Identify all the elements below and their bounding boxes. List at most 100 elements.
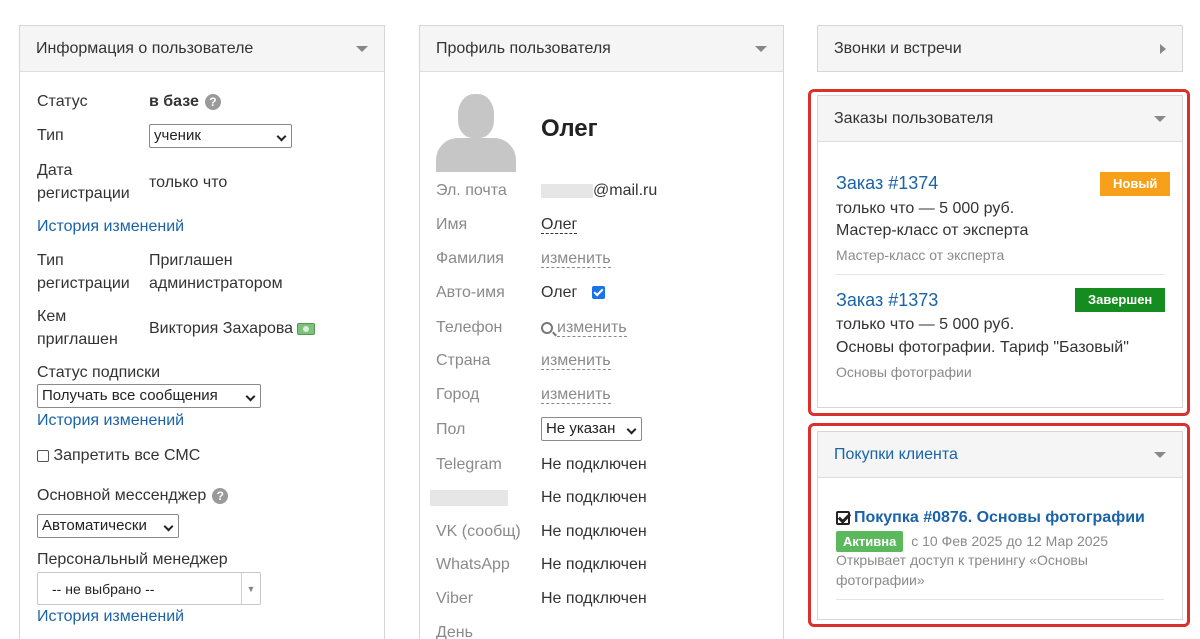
gender-select[interactable]: Не указан [541, 417, 642, 441]
chevron-down-icon [627, 426, 637, 432]
phone-wrap: изменить [541, 317, 627, 339]
purchase-desc-1: Открывает доступ к тренингу «Основы [836, 552, 1088, 568]
help-icon[interactable]: ? [212, 487, 229, 504]
reg-date-label-1: Дата [37, 162, 73, 179]
collapse-caret-icon[interactable] [755, 45, 767, 52]
manager-select-value: -- не выбрано -- [52, 580, 155, 597]
help-icon[interactable]: ? [204, 93, 221, 110]
invited-by-wrap: Виктория Захарова [149, 318, 316, 340]
messenger-select[interactable]: Автоматически [37, 514, 179, 538]
country-label: Страна [436, 352, 491, 369]
subscription-select-value: Получать все сообщения [42, 387, 218, 404]
status-value: в базе [149, 93, 199, 110]
autoname-wrap: Олег [541, 282, 605, 304]
collapse-caret-icon[interactable] [356, 45, 368, 52]
telegram-label: Telegram [436, 456, 502, 473]
last-name-edit-link[interactable]: изменить [541, 250, 611, 268]
autoname-checkbox[interactable] [591, 286, 605, 300]
money-icon [297, 322, 316, 335]
telegram-value: Не подключен [541, 456, 647, 473]
autoname-label: Авто-имя [436, 284, 505, 301]
type-select-value: ученик [154, 127, 201, 144]
subscription-select[interactable]: Получать все сообщения [37, 384, 261, 408]
email-value: @mail.ru [593, 182, 658, 199]
order-1374-product: Мастер-класс от эксперта [836, 222, 1029, 239]
messenger-label-wrap: Основной мессенджер? [37, 485, 229, 507]
whatsapp-label: WhatsApp [436, 556, 510, 573]
order-1373-price: только что — 5 000 руб. [836, 316, 1015, 333]
order-link-1374[interactable]: Заказ #1374 [836, 172, 938, 194]
vk-value: Не подключен [541, 523, 647, 540]
purchases-header[interactable]: Покупки клиента [818, 432, 1182, 478]
purchase-status-row: Активна с 10 Фев 2025 до 12 Мар 2025 [836, 530, 1108, 552]
purchase-title-wrap: Покупка #0876. Основы фотографии [836, 507, 1145, 529]
search-icon[interactable] [541, 321, 553, 334]
manager-label: Персональный менеджер [37, 551, 228, 568]
gender-select-value: Не указан [546, 420, 616, 437]
order-1374-offer: Мастер-класс от эксперта [836, 247, 1005, 263]
status-label: Статус [37, 93, 88, 110]
chevron-down-icon [164, 523, 174, 529]
first-name-label: Имя [436, 216, 468, 233]
first-name-value[interactable]: Олег [541, 216, 578, 234]
messenger-select-value: Автоматически [42, 517, 147, 534]
reg-type-label-1: Тип [37, 252, 64, 269]
subscription-label: Статус подписки [37, 364, 161, 381]
expand-caret-icon[interactable] [1160, 43, 1166, 54]
city-edit-link[interactable]: изменить [541, 386, 611, 404]
city-label: Город [436, 386, 480, 403]
ban-sms-label: Запретить все СМС [53, 447, 201, 464]
purchase-dates: с 10 Фев 2025 до 12 Мар 2025 [911, 533, 1109, 549]
calls-title: Звонки и встречи [834, 39, 962, 57]
profile-title: Профиль пользователя [436, 39, 611, 57]
purchase-link[interactable]: Покупка #0876. Основы фотографии [854, 509, 1145, 526]
user-info-header[interactable]: Информация о пользователе [20, 26, 384, 72]
invited-by-label-2: приглашен [37, 331, 118, 348]
user-info-panel: Информация о пользователе Статус в базе?… [19, 25, 385, 639]
phone-edit-link[interactable]: изменить [557, 319, 627, 337]
purchase-desc-2: фотографии» [836, 572, 925, 588]
hidden-label [430, 487, 508, 509]
profile-name: Олег [541, 115, 598, 142]
reg-type-label-2: регистрации [37, 275, 130, 292]
email-label: Эл. почта [436, 182, 507, 199]
orders-panel: Заказы пользователя Заказ #1374 Новый то… [817, 95, 1183, 408]
status-badge-new: Новый [1100, 172, 1171, 196]
day-label: День [436, 624, 473, 639]
avatar [436, 92, 516, 172]
status-badge-active: Активна [836, 531, 904, 552]
invited-by-value: Виктория Захарова [149, 320, 294, 337]
viber-label: Viber [436, 590, 474, 607]
country-edit-link[interactable]: изменить [541, 352, 611, 370]
collapse-caret-icon[interactable] [1154, 115, 1166, 122]
order-link-1373[interactable]: Заказ #1373 [836, 289, 938, 311]
calls-header[interactable]: Звонки и встречи [818, 26, 1182, 71]
history-link[interactable]: История изменений [37, 216, 184, 238]
type-select[interactable]: ученик [149, 124, 292, 148]
calls-panel: Звонки и встречи [817, 25, 1183, 72]
order-1373-offer: Основы фотографии [836, 364, 972, 380]
profile-header[interactable]: Профиль пользователя [420, 26, 783, 72]
email-redacted [541, 183, 593, 198]
ban-sms-row: Запретить все СМС [37, 445, 200, 467]
checkbox-checked-icon [836, 510, 850, 525]
history-link-3[interactable]: История изменений [37, 606, 184, 628]
viber-value: Не подключен [541, 590, 647, 607]
chevron-down-icon [246, 393, 256, 399]
ban-sms-checkbox[interactable] [37, 449, 49, 462]
gender-label: Пол [436, 421, 466, 438]
purchases-panel: Покупки клиента Покупка #0876. Основы фо… [817, 431, 1183, 620]
collapse-caret-icon[interactable] [1154, 451, 1166, 458]
whatsapp-value: Не подключен [541, 556, 647, 573]
manager-select[interactable]: -- не выбрано -- ▼ [37, 572, 261, 605]
reg-type-value-2: администратором [149, 275, 283, 292]
messenger-label: Основной мессенджер [37, 487, 207, 504]
last-name-label: Фамилия [436, 250, 504, 267]
type-label: Тип [37, 127, 64, 144]
email-wrap: @mail.ru [541, 180, 657, 202]
orders-header[interactable]: Заказы пользователя [818, 96, 1182, 142]
reg-type-value-1: Приглашен [149, 252, 233, 269]
invited-by-label-1: Кем [37, 308, 67, 325]
history-link-2[interactable]: История изменений [37, 410, 184, 432]
dropdown-arrow-icon[interactable]: ▼ [241, 573, 260, 604]
